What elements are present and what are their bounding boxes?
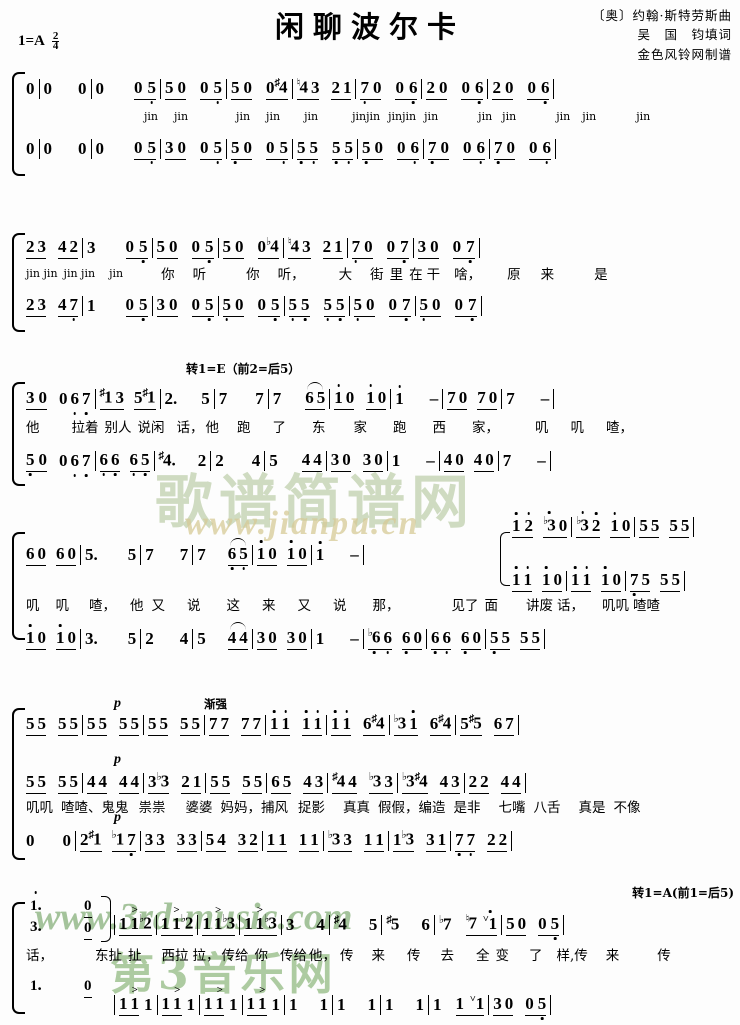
system-3-voice-2: 50067 6665 ♯4. 2 24 544 3030 1– 4040 7– [26,446,732,472]
system-2: 2342 305 5005 5 0 0 ♭4 ♮4 3 2 1 7007 3007 jin … [0,233,740,333]
modulation-to-e: 转1=E（前2=后5） [186,362,301,376]
sheet-music-page: 闲聊波尔卡 1=A 2 4 〔奥〕约翰·斯特劳斯曲 吴 国 钧填词 金色风铃网制… [0,0,740,1025]
system-4-voice-1-lower: 1110 1110 7555 [512,566,738,592]
system-1-lyrics: jin jin jin jin jin jinjin jinjin jin ji… [144,109,651,123]
system-6-voice-2: 1 >1 1 1 >1 1 1 >1 1 1 >1 1 11 11 11 1 1 ˅1 3005 [110,985,734,1016]
volta-3-upper: 3. [30,916,42,935]
key-signature: 1=A 2 4 [18,30,60,53]
volta-rest-lower: 0 [84,976,92,998]
system-4-voice-1: 6060 5. 5 77 765 1010 1– [26,538,732,566]
volta-ending-lower: 1. [30,976,42,997]
modulation-to-a: 转1=A(前1=后5) [632,886,734,900]
volta-rests-upper: 0 0 [84,896,92,940]
credit-lyricist: 吴 国 钧填词 [637,27,732,43]
meter-denominator: 4 [52,40,59,53]
dynamic-piano-voice2: p [114,752,121,767]
system-brace [12,708,25,860]
system-5-voice-1: 5555 5555 5555 7777 1111 1 1 6 ♯4 ♭3 1 6 ♯4 5 ♯… [26,710,732,736]
system-2-voice-2: 2347 105 3005 5005 5555 5007 5007 [26,291,732,317]
system-6: 转1=A(前1=后5) 1. 3. 0 0 1 >1 ♭2 1 >1 ♭2 1 >1 ♭3 … [0,886,740,1023]
volta-endings-upper: 1. 3. [30,896,42,938]
system-1-voice-1: 0 00 005 5005 5 0 0 ♯4 ♮4 3 2 1 7006 2006 2006 [26,74,732,100]
system-6-lyrics: 话， 东扯 扯 西拉 拉， 传给 你 传给 他， 传 来 传 去 全 变 了 样… [26,948,671,964]
system-brace [12,902,25,1014]
system-brace [12,72,25,176]
system-5: p 渐强 p p 5555 5555 5555 7777 1111 1 1 6 ♯4 … [0,696,740,865]
system-2-lyrics: jin jin jin jin jin 你 听 你 听， 大 街 里 在 干 啥… [26,266,608,284]
volta-1-lower: 1. [30,975,42,994]
system-4-voice-2: 1010 3. 5 24 544 3030 1– ♭6 6 6 0 6660 5555 [26,622,732,650]
system-3-voice-1: 30067 ♯1 3 5 ♯1 2. 5 77 765 1010 1– 7070 7– [26,382,732,410]
system-4-lyrics: 叽 叽 喳， 他 又 说 这 来 又 说 那， 见了 面 讲废 话， 叽叽 喳喳 [26,598,660,614]
volta-rest-3: 0 [84,918,92,940]
credit-engraver: 金色风铃网制谱 [637,46,732,62]
system-brace [12,382,25,486]
key-label: 1=A [18,33,45,50]
system-6-voice-1: 1 >1 ♭2 1 >1 ♭2 1 >1 ♭3 1 >1 ♭3 34 ♯4 5 ♯5 6 ♭7 ♮7 ˅… [110,905,734,936]
volta-1-upper: 1. [30,896,42,917]
system-3: 转1=E（前2=后5） 30067 ♯1 3 5 ♯1 2. 5 77 765 1010… [0,360,740,490]
volta-rest-1: 0 [84,896,92,918]
volta-rest-lower-0: 0 [84,976,92,998]
credit-composer: 〔奥〕约翰·斯特劳斯曲 [592,8,732,23]
credits-block: 〔奥〕约翰·斯特劳斯曲 吴 国 钧填词 金色风铃网制谱 [592,6,732,64]
system-5-voice-3: 00 2 ♯1 ♭1 7 3333 5432 1111 ♭3 3 1 1 1 ♭3 3 1 772… [26,826,732,852]
system-5-lyrics: 叽叽 喳喳、 鬼鬼 祟祟 婆婆 妈妈， 捕风 捉影 真真 假假， 编造 是非 七… [26,800,641,816]
system-3-lyrics: 他 拉着 别人 说闲 话， 他 跑 了 东 家 跑 西 家， 叽 叽 喳， [26,420,633,436]
system-1: 0 00 005 5005 5 0 0 ♯4 ♮4 3 2 1 7006 2006 2006… [0,72,740,177]
system-2-voice-1: 2342 305 5005 5 0 0 ♭4 ♮4 3 2 1 7007 3007 [26,233,732,259]
time-signature: 2 4 [51,30,60,53]
system-brace [12,532,25,640]
system-4: 1 2 ♭3 0 ♭3 2 1 0 5555 6060 5. 5 77 765 1010 1–… [0,516,740,654]
system-1-voice-2: 0 00 005 3005 5005 5555 5006 7006 7006 [26,134,732,160]
system-5-voice-2: 5555 4444 3 ♭3 2 1 5555 6543 ♯4 4 ♭3 3 ♭3 ♯4 4 3 … [26,768,732,794]
system-4-voice-1-upper: 1 2 ♭3 0 ♭3 2 1 0 5555 [512,512,738,538]
system-brace [12,233,25,332]
